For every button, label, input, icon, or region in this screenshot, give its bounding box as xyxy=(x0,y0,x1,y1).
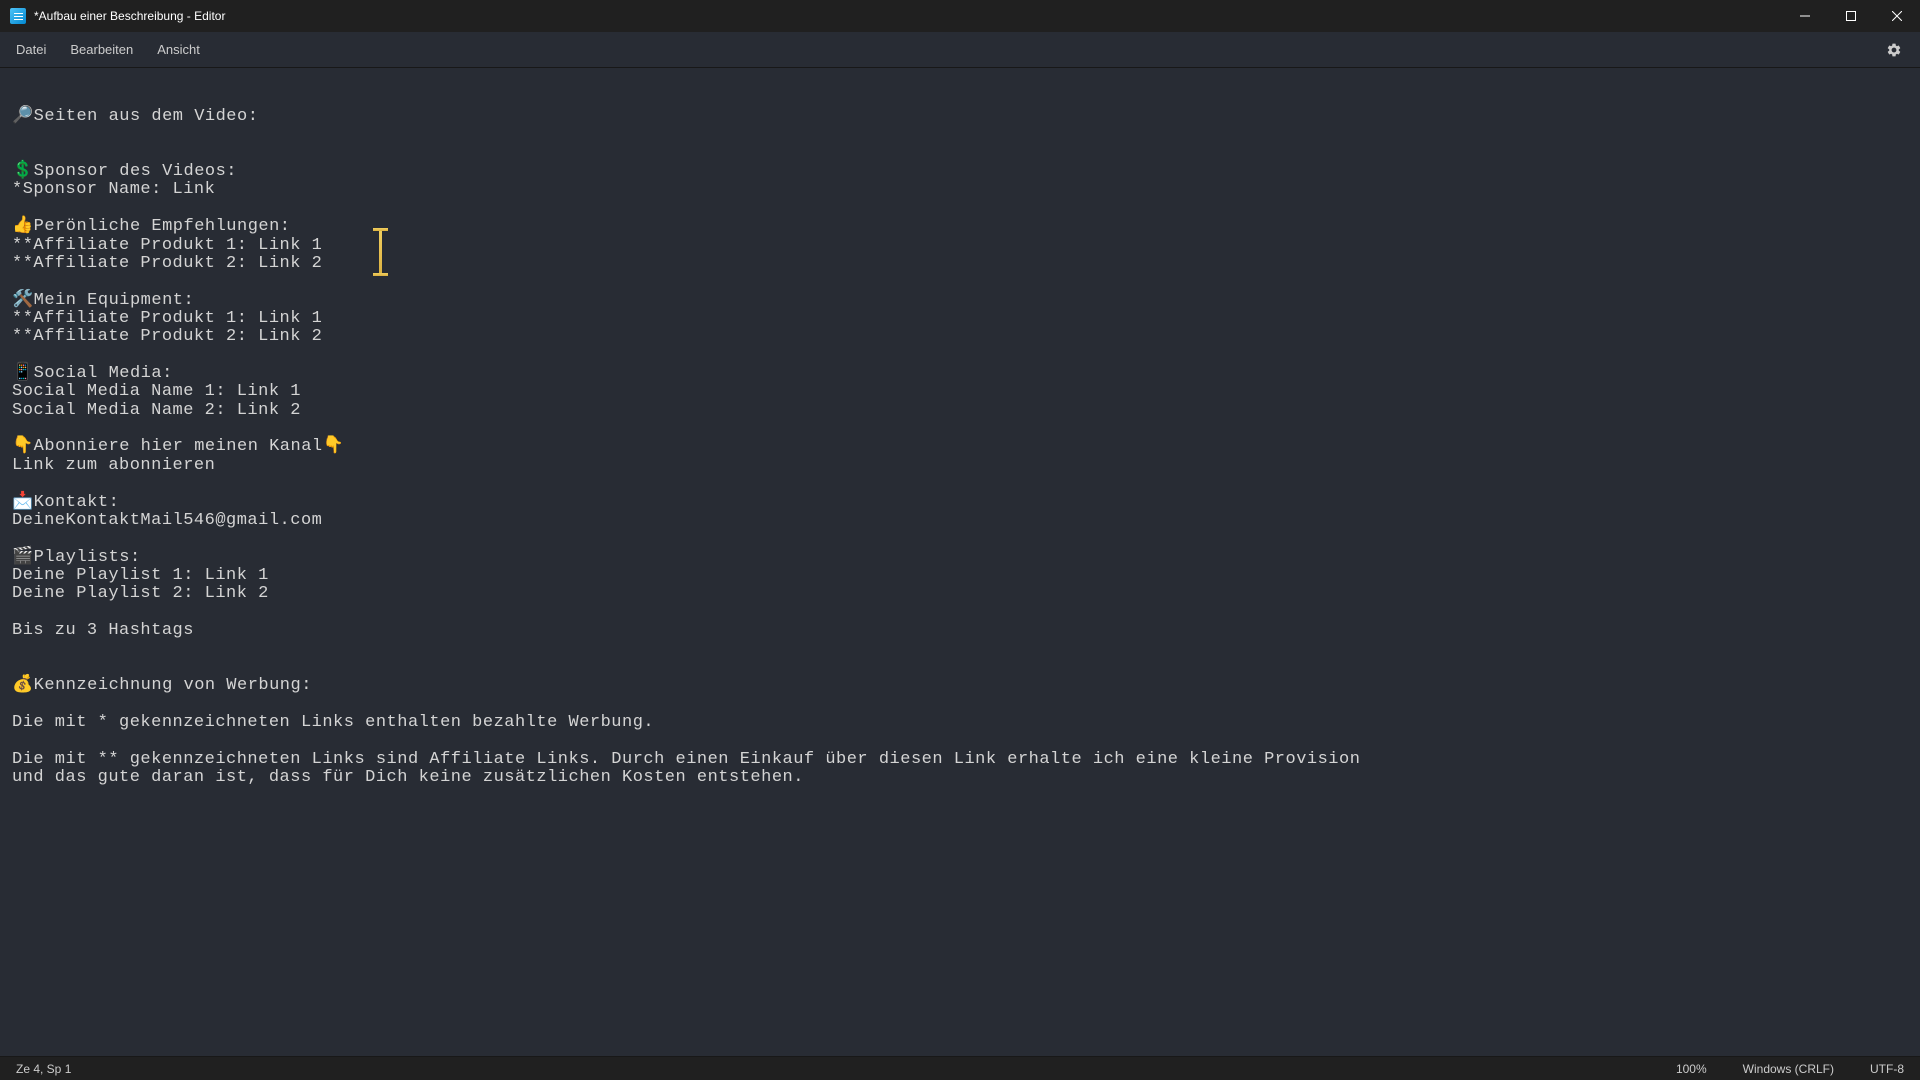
menu-bar: Datei Bearbeiten Ansicht xyxy=(0,32,1920,68)
minimize-button[interactable] xyxy=(1782,0,1828,32)
window-title: *Aufbau einer Beschreibung - Editor xyxy=(34,9,225,23)
status-bar: Ze 4, Sp 1 100% Windows (CRLF) UTF-8 xyxy=(0,1056,1920,1080)
title-bar: *Aufbau einer Beschreibung - Editor xyxy=(0,0,1920,32)
editor-area[interactable]: 🔎Seiten aus dem Video: 💲Sponsor des Vide… xyxy=(0,68,1920,1056)
maximize-button[interactable] xyxy=(1828,0,1874,32)
menu-edit[interactable]: Bearbeiten xyxy=(58,36,145,63)
status-position: Ze 4, Sp 1 xyxy=(16,1062,71,1076)
menu-file[interactable]: Datei xyxy=(4,36,58,63)
status-encoding[interactable]: UTF-8 xyxy=(1870,1062,1904,1076)
notepad-icon xyxy=(10,8,26,24)
status-zoom[interactable]: 100% xyxy=(1676,1062,1707,1076)
settings-button[interactable] xyxy=(1878,34,1910,66)
editor-content[interactable]: 🔎Seiten aus dem Video: 💲Sponsor des Vide… xyxy=(12,108,1372,787)
window-controls xyxy=(1782,0,1920,32)
status-right: 100% Windows (CRLF) UTF-8 xyxy=(1676,1062,1904,1076)
status-line-ending[interactable]: Windows (CRLF) xyxy=(1743,1062,1834,1076)
menu-items: Datei Bearbeiten Ansicht xyxy=(4,36,212,63)
close-button[interactable] xyxy=(1874,0,1920,32)
gear-icon xyxy=(1886,42,1902,58)
menu-view[interactable]: Ansicht xyxy=(145,36,212,63)
title-left: *Aufbau einer Beschreibung - Editor xyxy=(10,8,225,24)
text-cursor-icon xyxy=(379,228,382,276)
